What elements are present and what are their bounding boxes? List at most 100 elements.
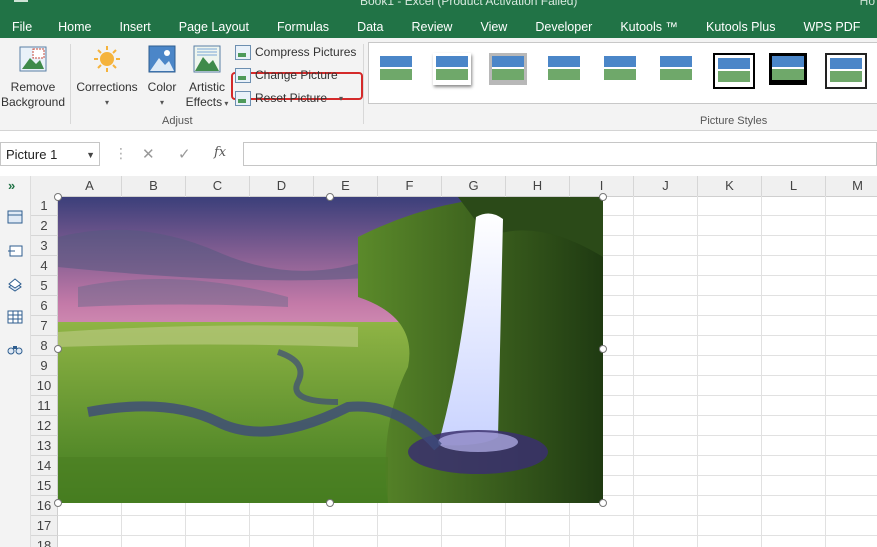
column-header-d[interactable]: D: [250, 176, 314, 196]
tab-developer[interactable]: Developer: [521, 17, 606, 37]
column-header-c[interactable]: C: [186, 176, 250, 196]
row-header-7[interactable]: 7: [31, 316, 58, 336]
row-header-11[interactable]: 11: [31, 396, 58, 416]
remove-background-label-2: Background: [0, 95, 66, 109]
row-header-13[interactable]: 13: [31, 436, 58, 456]
reset-picture-label: Reset Picture: [255, 91, 328, 105]
expand-icon[interactable]: »: [8, 178, 15, 193]
color-button[interactable]: Color ▾: [142, 44, 182, 110]
row-header-6[interactable]: 6: [31, 296, 58, 316]
picture-style-thumbnail: [548, 56, 580, 80]
resize-handle-tr[interactable]: [599, 193, 607, 201]
formula-bar: Picture 1 ▼ ⋮ ✕ ✓ fx: [0, 142, 877, 168]
waterfall-image: [58, 197, 603, 503]
picture-styles-group-label: Picture Styles: [700, 115, 768, 127]
picture-style-9[interactable]: [825, 53, 867, 89]
picture-style-thumbnail: [718, 58, 750, 82]
name-box-value: Picture 1: [6, 147, 58, 162]
picture-style-5[interactable]: [601, 53, 639, 85]
row-header-16[interactable]: 16: [31, 496, 58, 516]
picture-style-2[interactable]: [433, 53, 471, 85]
formula-input[interactable]: [243, 142, 877, 166]
corrections-button[interactable]: Corrections ▾: [74, 44, 140, 110]
tab-home[interactable]: Home: [44, 17, 105, 37]
remove-background-icon: [19, 46, 47, 72]
column-header-f[interactable]: F: [378, 176, 442, 196]
row-header-10[interactable]: 10: [31, 376, 58, 396]
name-manager-icon[interactable]: [7, 244, 23, 258]
reset-picture-dropdown-icon[interactable]: ▾: [339, 94, 343, 103]
corrections-label: Corrections: [76, 80, 138, 94]
column-header-g[interactable]: G: [442, 176, 506, 196]
column-header-e[interactable]: E: [314, 176, 378, 196]
resize-handle-t[interactable]: [326, 193, 334, 201]
tab-file[interactable]: File: [0, 17, 44, 37]
resize-handle-r[interactable]: [599, 345, 607, 353]
artistic-effects-button[interactable]: Artistic Effects ▾: [184, 44, 230, 111]
corrections-dropdown-icon[interactable]: ▾: [74, 95, 140, 110]
name-box-dropdown-icon[interactable]: ▼: [86, 143, 95, 167]
picture-style-1[interactable]: [377, 53, 415, 85]
picture-style-3[interactable]: [489, 53, 527, 85]
remove-background-button[interactable]: Remove Background: [0, 44, 66, 110]
tab-insert[interactable]: Insert: [106, 17, 165, 37]
title-tab-bar: Book1 - Excel (Product Activation Failed…: [0, 0, 877, 38]
cancel-icon[interactable]: ✕: [142, 145, 155, 163]
column-header-a[interactable]: A: [58, 176, 122, 196]
tab-wps-pdf[interactable]: WPS PDF: [789, 17, 874, 37]
remove-background-label-1: Remove: [10, 80, 56, 94]
tab-page-layout[interactable]: Page Layout: [165, 17, 263, 37]
resize-handle-tl[interactable]: [54, 193, 62, 201]
row-header-15[interactable]: 15: [31, 476, 58, 496]
tab-kutools-plus[interactable]: Kutools Plus: [692, 17, 789, 37]
row-header-2[interactable]: 2: [31, 216, 58, 236]
change-picture-button[interactable]: Change Picture: [235, 65, 338, 85]
picture-format-ribbon: Remove Background Corrections ▾ Color ▾: [0, 38, 877, 131]
resize-handle-b[interactable]: [326, 499, 334, 507]
row-header-17[interactable]: 17: [31, 516, 58, 536]
column-header-j[interactable]: J: [634, 176, 698, 196]
picture-style-8[interactable]: [769, 53, 807, 85]
insert-function-icon[interactable]: fx: [214, 145, 226, 160]
tab-view[interactable]: View: [466, 17, 521, 37]
picture-style-4[interactable]: [545, 53, 583, 85]
resize-handle-bl[interactable]: [54, 499, 62, 507]
color-icon: [148, 45, 176, 73]
waterfall-landscape-picture[interactable]: [54, 193, 607, 507]
resize-handle-l[interactable]: [54, 345, 62, 353]
artistic-dropdown-icon[interactable]: ▾: [222, 99, 228, 108]
account-fragment[interactable]: Ho: [860, 0, 875, 8]
row-header-12[interactable]: 12: [31, 416, 58, 436]
column-headers: ABCDEFGHIJKLM: [31, 176, 877, 197]
tab-review[interactable]: Review: [397, 17, 466, 37]
picture-style-thumbnail: [604, 56, 636, 80]
row-header-4[interactable]: 4: [31, 256, 58, 276]
check-icon[interactable]: ✓: [178, 145, 191, 163]
tab-kutools[interactable]: Kutools ™: [606, 17, 692, 37]
column-header-k[interactable]: K: [698, 176, 762, 196]
row-header-3[interactable]: 3: [31, 236, 58, 256]
column-header-h[interactable]: H: [506, 176, 570, 196]
tab-data[interactable]: Data: [343, 17, 397, 37]
column-header-b[interactable]: B: [122, 176, 186, 196]
column-header-l[interactable]: L: [762, 176, 826, 196]
row-header-9[interactable]: 9: [31, 356, 58, 376]
picture-style-6[interactable]: [657, 53, 695, 85]
workbook-icon[interactable]: [7, 210, 23, 224]
table-icon[interactable]: [7, 310, 23, 324]
layers-icon[interactable]: [7, 278, 23, 292]
picture-style-7[interactable]: [713, 53, 755, 89]
color-dropdown-icon[interactable]: ▾: [142, 95, 182, 110]
row-header-18[interactable]: 18: [31, 536, 58, 547]
app-menu-icon[interactable]: [14, 0, 28, 2]
resize-handle-br[interactable]: [599, 499, 607, 507]
row-header-14[interactable]: 14: [31, 456, 58, 476]
reset-picture-icon: [235, 90, 251, 106]
reset-picture-button[interactable]: Reset Picture ▾: [235, 88, 343, 108]
name-box[interactable]: Picture 1 ▼: [0, 142, 100, 166]
find-icon[interactable]: [7, 342, 23, 356]
tab-formulas[interactable]: Formulas: [263, 17, 343, 37]
column-header-m[interactable]: M: [826, 176, 877, 196]
row-header-5[interactable]: 5: [31, 276, 58, 296]
compress-pictures-button[interactable]: Compress Pictures: [235, 42, 356, 62]
